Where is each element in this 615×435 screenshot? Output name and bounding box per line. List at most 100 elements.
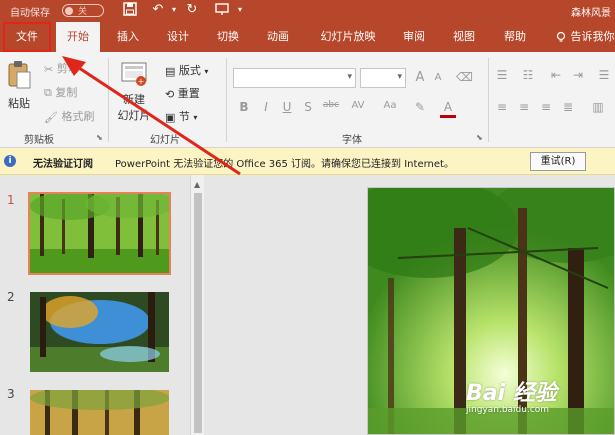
present-icon[interactable] — [214, 2, 230, 18]
underline-button[interactable]: U — [279, 100, 295, 114]
tab-review[interactable]: 审阅 — [394, 22, 434, 52]
forest-image-2 — [30, 292, 169, 372]
tab-animations[interactable]: 动画 — [256, 22, 300, 52]
tab-slideshow[interactable]: 幻灯片放映 — [310, 22, 386, 52]
increase-indent-icon[interactable]: ⇥ — [570, 68, 586, 82]
shrink-font-button[interactable]: A — [430, 72, 446, 83]
tell-me-search[interactable]: 告诉我你 — [555, 22, 615, 52]
slide-thumbnail-3[interactable] — [28, 388, 171, 435]
tab-view[interactable]: 视图 — [444, 22, 484, 52]
slide-number: 3 — [7, 387, 15, 401]
paste-label: 粘贴 — [8, 97, 30, 110]
font-size-combo[interactable]: ▾ — [360, 68, 406, 88]
tab-design[interactable]: 设计 — [156, 22, 200, 52]
align-left-icon[interactable]: ≡ — [494, 100, 510, 114]
font-group-label: 字体 — [342, 135, 362, 146]
new-slide-icon: + — [121, 62, 147, 86]
message-title: 无法验证订阅 — [33, 159, 93, 170]
section-dropdown-icon: ▾ — [193, 113, 198, 122]
document-title: 森林风景 — [571, 8, 611, 19]
shadow-button[interactable]: S — [300, 100, 316, 114]
tab-home[interactable]: 开始 — [56, 22, 100, 52]
tab-file[interactable]: 文件 — [3, 22, 51, 52]
font-size-dropdown-icon: ▾ — [397, 72, 402, 82]
layout-button[interactable]: ▤ 版式 ▾ — [165, 62, 208, 78]
grow-font-button[interactable]: A — [412, 70, 428, 85]
format-painter-label: 格式刷 — [61, 110, 95, 123]
slide-thumbnail-panel: 1 2 3 — [0, 175, 190, 435]
new-slide-button[interactable]: + 新建 幻灯片 — [114, 60, 154, 123]
section-label: 节 — [178, 110, 190, 123]
scroll-up-icon[interactable]: ▲ — [194, 180, 200, 189]
justify-icon[interactable]: ≣ — [560, 100, 576, 114]
slide-thumbnail-1[interactable] — [28, 192, 171, 275]
group-separator — [108, 58, 109, 142]
bold-button[interactable]: B — [236, 100, 252, 114]
slide-number: 2 — [7, 290, 15, 304]
font-name-combo[interactable]: ▾ — [233, 68, 356, 88]
autosave-label: 自动保存 — [10, 8, 50, 19]
layout-dropdown-icon: ▾ — [204, 67, 209, 76]
brush-icon: 🖌 — [44, 110, 58, 124]
reset-button[interactable]: ⟲ 重置 — [165, 85, 200, 101]
message-text: PowerPoint 无法验证您的 Office 365 订阅。请确保您已连接到… — [115, 159, 454, 170]
group-separator — [226, 58, 227, 142]
tab-help[interactable]: 帮助 — [494, 22, 536, 52]
tab-insert[interactable]: 插入 — [106, 22, 150, 52]
forest-image-3 — [30, 390, 169, 435]
tell-me-label: 告诉我你 — [570, 30, 615, 43]
undo-icon[interactable]: ↶ — [150, 2, 166, 18]
ribbon-tabs: 文件 开始 插入 设计 切换 动画 幻灯片放映 审阅 视图 帮助 告诉我你 — [0, 22, 615, 52]
title-bar: 自动保存 关 ↶ ▾ ↻ ▾ 森林风景 — [0, 0, 615, 22]
scissors-icon: ✂ — [44, 62, 54, 76]
format-painter-button[interactable]: 🖌 格式刷 — [44, 108, 94, 124]
info-icon: i — [4, 155, 16, 167]
section-button[interactable]: ▣ 节 ▾ — [165, 108, 197, 124]
section-icon: ▣ — [165, 110, 176, 124]
clipboard-launcher-icon[interactable]: ⬊ — [96, 133, 103, 142]
save-icon[interactable] — [122, 2, 138, 18]
align-right-icon[interactable]: ≡ — [538, 100, 554, 114]
autosave-state: 关 — [78, 7, 88, 17]
decrease-indent-icon[interactable]: ⇤ — [548, 68, 564, 82]
font-color-button[interactable]: A — [440, 100, 456, 118]
ribbon-home: 粘贴 ✂ 剪切 ⧉ 复制 🖌 格式刷 剪贴板 ⬊ + 新建 幻灯片 ▤ 版式 ▾… — [0, 52, 615, 148]
subscription-message-bar: i 无法验证订阅 PowerPoint 无法验证您的 Office 365 订阅… — [0, 148, 615, 175]
clipboard-icon — [8, 61, 31, 89]
copy-icon: ⧉ — [44, 86, 52, 99]
retry-button[interactable]: 重试(R) — [530, 152, 586, 171]
forest-image-1 — [30, 194, 169, 273]
highlight-color-icon[interactable]: ✎ — [412, 100, 428, 114]
paste-button[interactable]: 粘贴 — [6, 60, 32, 111]
reset-icon: ⟲ — [165, 87, 175, 101]
watermark-url: jingyan.baidu.com — [466, 405, 550, 415]
slide-thumbnail-2[interactable] — [28, 290, 171, 374]
italic-button[interactable]: I — [258, 100, 274, 114]
font-launcher-icon[interactable]: ⬊ — [476, 133, 483, 142]
line-spacing-icon[interactable]: ☰ — [596, 68, 612, 82]
change-case-button[interactable]: Aa — [380, 100, 400, 111]
thumbnail-scrollbar[interactable]: ▲ — [190, 175, 204, 435]
font-name-dropdown-icon: ▾ — [347, 72, 352, 82]
clear-format-icon[interactable]: ⌫ — [456, 70, 473, 84]
columns-icon[interactable]: ▥ — [590, 100, 606, 114]
copy-button[interactable]: ⧉ 复制 — [44, 84, 77, 100]
align-center-icon[interactable]: ≡ — [516, 100, 532, 114]
bullets-icon[interactable]: ☰ — [494, 68, 510, 82]
slides-group-label: 幻灯片 — [150, 135, 180, 146]
strikethrough-button[interactable]: abc — [320, 100, 342, 110]
cut-button[interactable]: ✂ 剪切 — [44, 60, 79, 76]
layout-label: 版式 — [178, 64, 201, 77]
clipboard-group-label: 剪贴板 — [24, 135, 54, 146]
watermark-logo: Bai 经验 — [466, 381, 557, 406]
numbering-icon[interactable]: ☷ — [520, 68, 536, 82]
new-slide-label-2: 幻灯片 — [117, 109, 151, 122]
char-spacing-button[interactable]: AV — [348, 100, 368, 111]
customize-qat-icon[interactable]: ▾ — [232, 2, 248, 18]
autosave-toggle[interactable]: 关 — [62, 4, 104, 17]
scrollbar-thumb[interactable] — [194, 193, 202, 433]
redo-icon[interactable]: ↻ — [184, 2, 200, 18]
undo-dropdown-icon[interactable]: ▾ — [166, 2, 182, 18]
tab-transitions[interactable]: 切换 — [206, 22, 250, 52]
powerpoint-window: { "titlebar": { "autosave_label": "自动保存"… — [0, 0, 615, 435]
